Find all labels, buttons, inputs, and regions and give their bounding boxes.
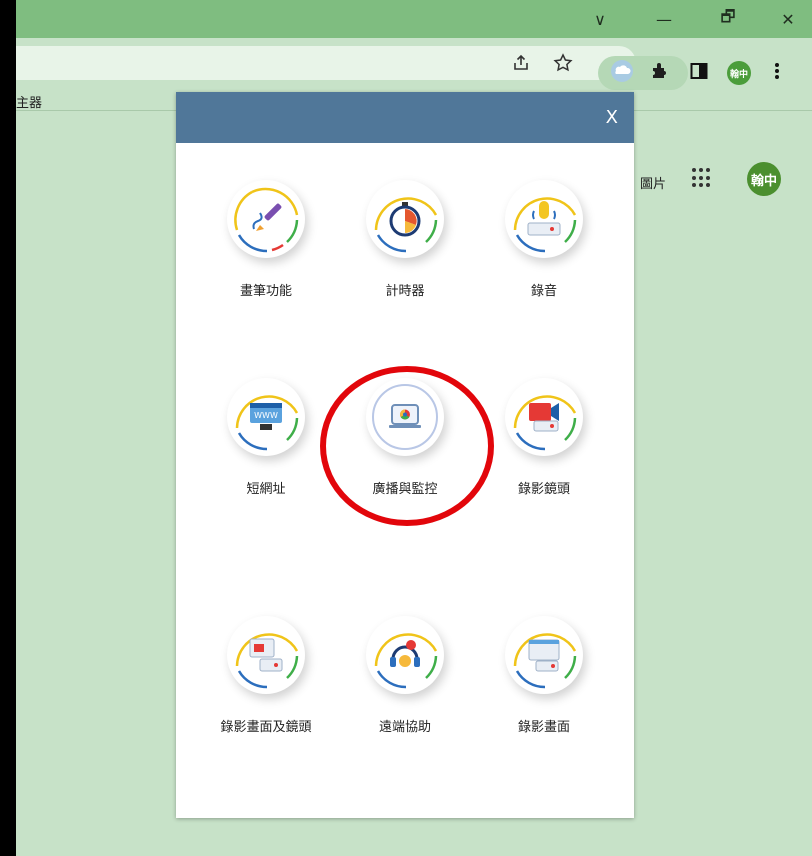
- tool-pen[interactable]: 畫筆功能: [211, 180, 321, 299]
- puzzle-icon[interactable]: [650, 59, 670, 83]
- images-link[interactable]: 圖片: [640, 173, 666, 192]
- tool-short-url[interactable]: WWW 短網址: [211, 378, 321, 497]
- pen-icon[interactable]: [227, 180, 305, 258]
- sidepanel-icon[interactable]: [690, 59, 708, 83]
- tool-label: 計時器: [385, 284, 425, 299]
- toolbar: 翰中: [16, 38, 812, 90]
- highlight-annotation: [320, 366, 494, 526]
- star-icon[interactable]: [553, 51, 573, 75]
- profile-button[interactable]: 翰中: [727, 61, 751, 85]
- www-icon[interactable]: WWW: [227, 378, 305, 456]
- microphone-icon[interactable]: [505, 180, 583, 258]
- headset-icon[interactable]: [366, 616, 444, 694]
- address-bar[interactable]: [16, 46, 636, 80]
- tool-label: 錄影畫面: [517, 720, 570, 735]
- tool-label: 遠端協助: [378, 720, 431, 735]
- panel-close-button[interactable]: X: [606, 107, 618, 128]
- share-icon[interactable]: [512, 51, 530, 75]
- bookmark-item[interactable]: 主器: [16, 92, 42, 111]
- tool-label: 錄影鏡頭: [517, 482, 570, 497]
- title-bar: ∨ — 🗗 ✕: [16, 0, 812, 38]
- tool-record-screen-camera[interactable]: 錄影畫面及鏡頭: [211, 616, 321, 735]
- cloud-extension-icon[interactable]: [608, 59, 636, 83]
- tool-remote-assist[interactable]: 遠端協助: [350, 616, 460, 735]
- minimize-button[interactable]: —: [642, 0, 686, 38]
- more-vert-icon[interactable]: [774, 59, 780, 83]
- svg-text:WWW: WWW: [254, 411, 278, 420]
- tool-record-screen[interactable]: 錄影畫面: [489, 616, 599, 735]
- panel-header: X: [176, 92, 634, 143]
- tool-label: 畫筆功能: [239, 284, 292, 299]
- apps-grid-icon[interactable]: [692, 168, 712, 188]
- left-strip: [0, 0, 16, 856]
- restore-button[interactable]: 🗗: [706, 0, 750, 38]
- tool-timer[interactable]: 計時器: [350, 180, 460, 299]
- tool-label: 短網址: [246, 482, 286, 497]
- tool-label: 錄音: [530, 284, 557, 299]
- close-window-button[interactable]: ✕: [766, 0, 810, 38]
- tool-label: 錄影畫面及鏡頭: [220, 720, 312, 735]
- tool-record-camera[interactable]: 錄影鏡頭: [489, 378, 599, 497]
- screen-record-icon[interactable]: [505, 616, 583, 694]
- stopwatch-icon[interactable]: [366, 180, 444, 258]
- account-avatar[interactable]: 翰中: [747, 162, 781, 196]
- tool-record-audio[interactable]: 錄音: [489, 180, 599, 299]
- browser-window: ∨ — 🗗 ✕ 翰中 主器 圖片 翰中 X 畫筆功能 計時器 錄音 WWW 短網…: [16, 0, 812, 856]
- screen-camera-icon[interactable]: [227, 616, 305, 694]
- tab-search-button[interactable]: ∨: [578, 0, 622, 38]
- video-camera-icon[interactable]: [505, 378, 583, 456]
